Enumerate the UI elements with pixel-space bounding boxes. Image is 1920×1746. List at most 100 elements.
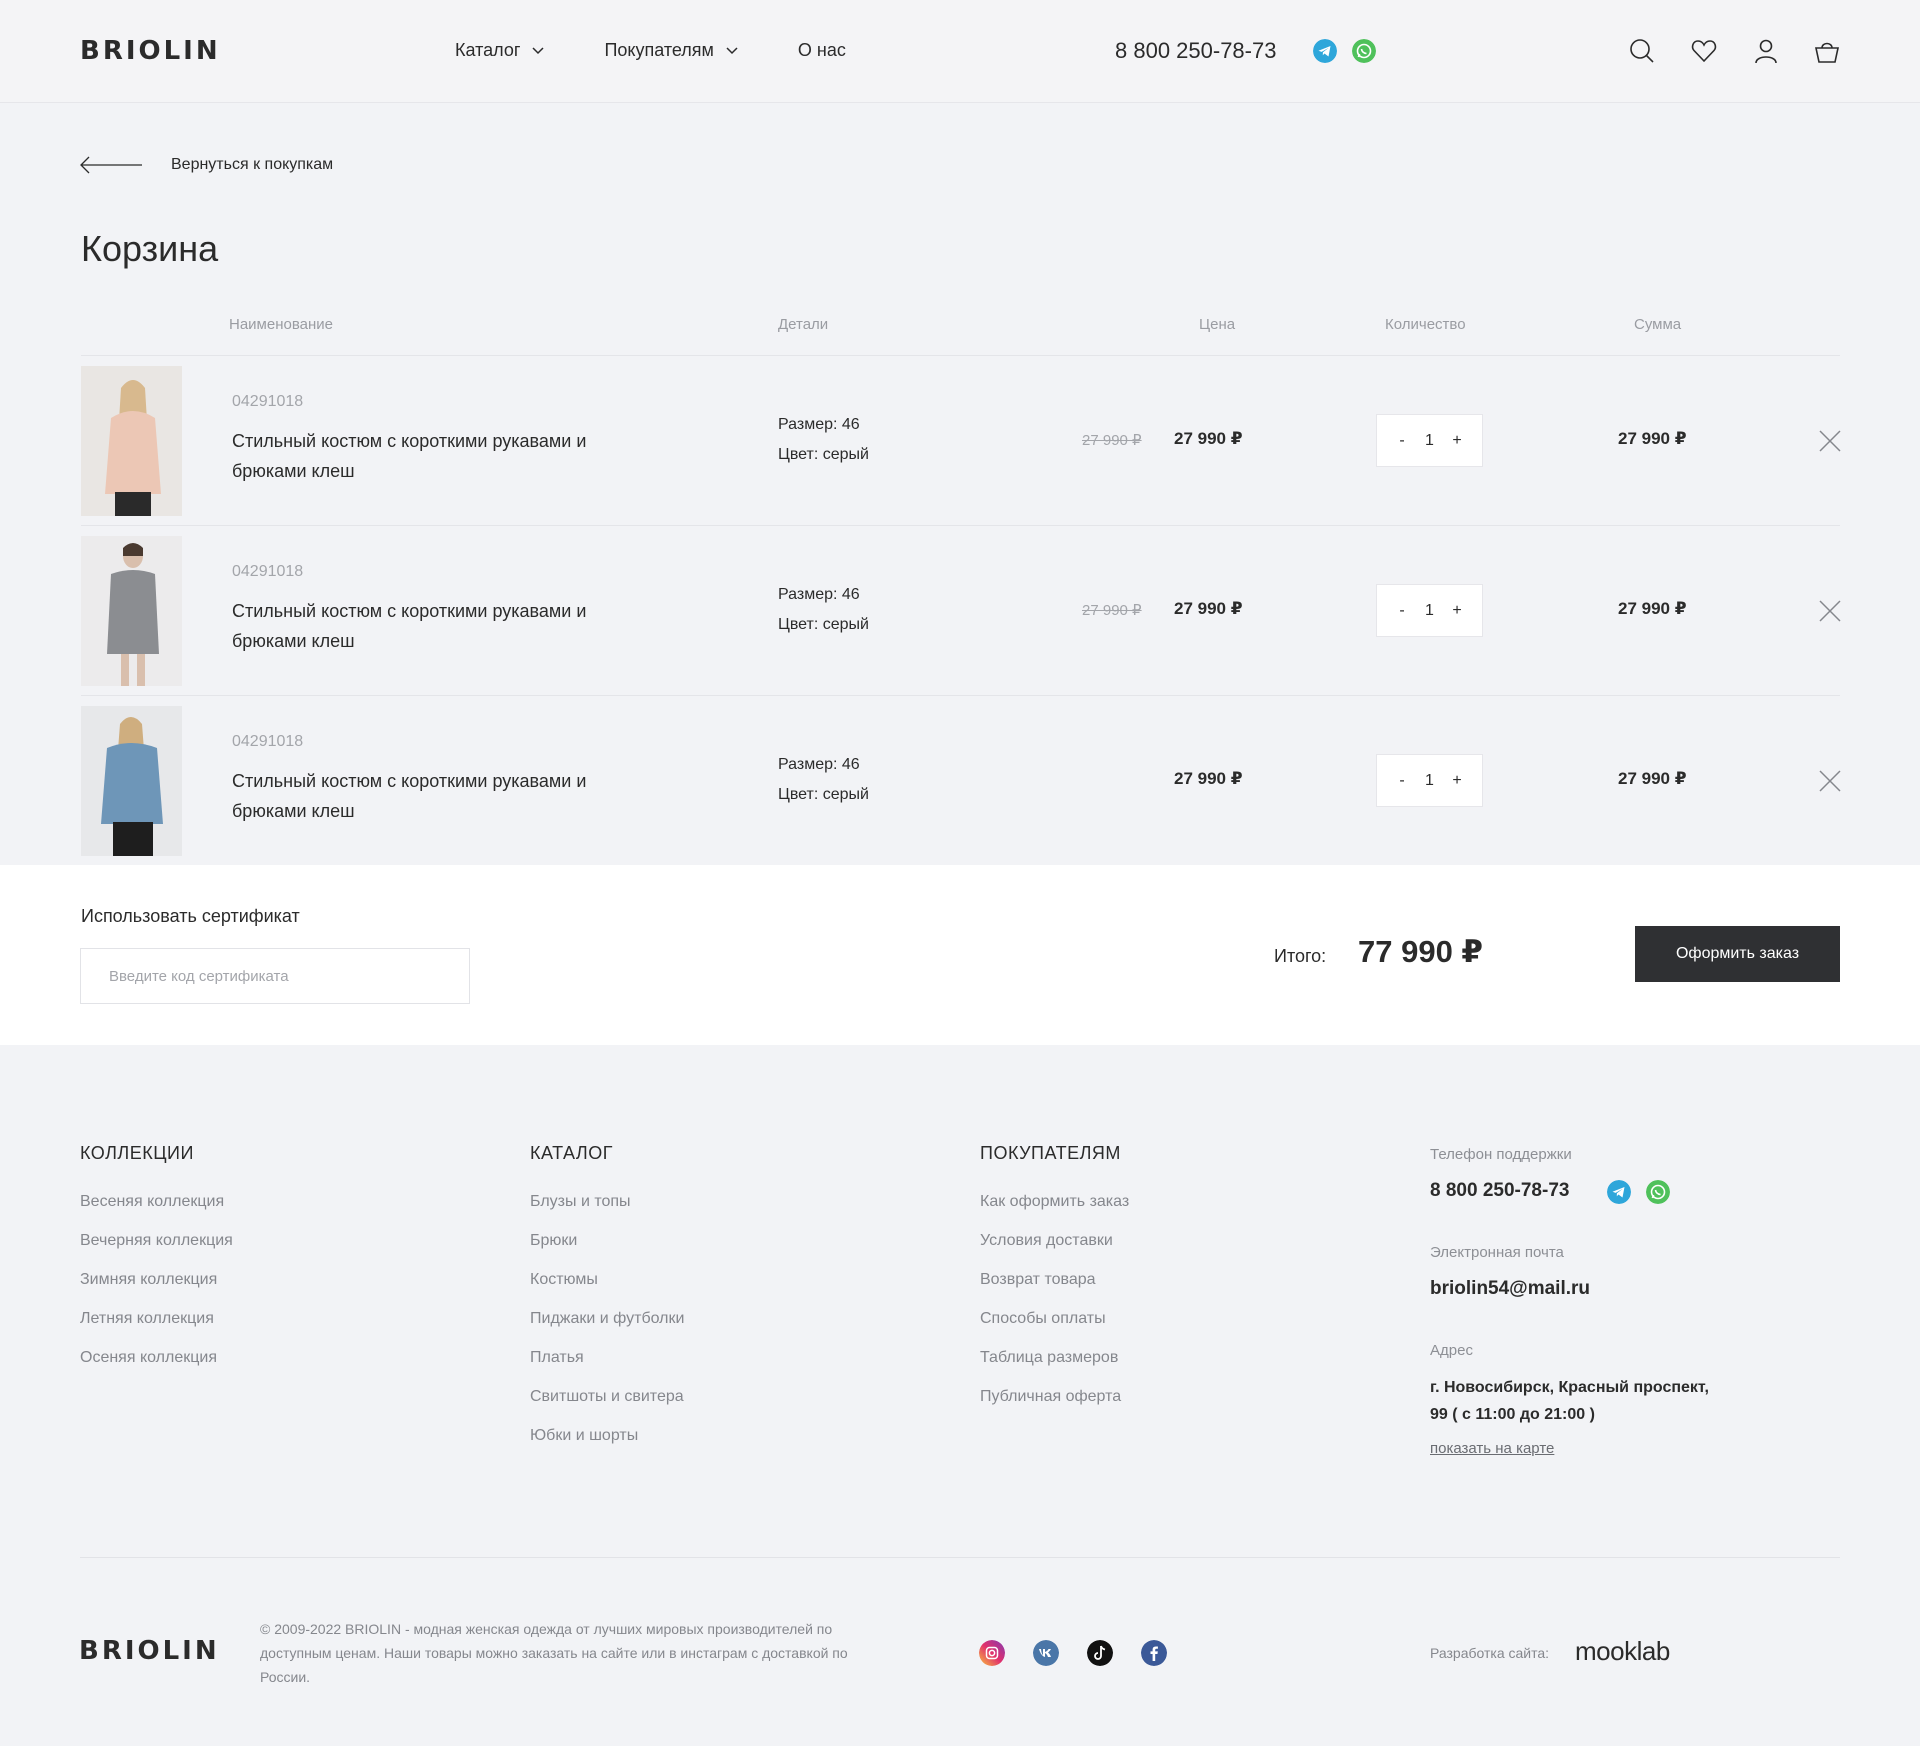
tiktok-icon[interactable] bbox=[1087, 1640, 1113, 1666]
footer-heading-customers: ПОКУПАТЕЛЯМ bbox=[980, 1143, 1121, 1163]
footer-link[interactable]: Осеняя коллекция bbox=[80, 1349, 233, 1388]
checkout-button[interactable]: Оформить заказ bbox=[1635, 926, 1840, 982]
support-email[interactable]: briolin54@mail.ru bbox=[1430, 1278, 1590, 1300]
column-header-price: Цена bbox=[1199, 316, 1236, 333]
whatsapp-icon[interactable] bbox=[1646, 1180, 1670, 1204]
qty-plus-button[interactable]: + bbox=[1450, 602, 1464, 620]
footer-list-customers: Как оформить заказ Условия доставки Возв… bbox=[980, 1193, 1129, 1427]
telegram-icon[interactable] bbox=[1607, 1180, 1631, 1204]
footer-link[interactable]: Таблица размеров bbox=[980, 1349, 1129, 1388]
nav-catalog[interactable]: Каталог bbox=[455, 40, 544, 61]
heart-icon[interactable] bbox=[1690, 37, 1718, 65]
product-image[interactable] bbox=[81, 536, 182, 686]
qty-minus-button[interactable]: - bbox=[1395, 602, 1409, 620]
close-icon[interactable] bbox=[1818, 599, 1842, 623]
qty-value[interactable]: 1 bbox=[1425, 602, 1434, 620]
product-color: Цвет: серый bbox=[778, 446, 869, 463]
arrow-left-icon bbox=[80, 156, 142, 174]
search-icon[interactable] bbox=[1628, 37, 1656, 65]
product-name[interactable]: Стильный костюм с короткими рукавами и б… bbox=[232, 766, 632, 826]
footer-link[interactable]: Как оформить заказ bbox=[980, 1193, 1129, 1232]
developer-label: Разработка сайта: bbox=[1430, 1645, 1550, 1661]
qty-minus-button[interactable]: - bbox=[1395, 432, 1409, 450]
logo[interactable]: BRIOLIN bbox=[80, 36, 221, 66]
total-value: 77 990 ₽ bbox=[1358, 934, 1483, 969]
column-header-details: Детали bbox=[778, 316, 829, 333]
user-icon[interactable] bbox=[1752, 37, 1780, 65]
instagram-icon[interactable] bbox=[979, 1640, 1005, 1666]
footer-link[interactable]: Зимняя коллекция bbox=[80, 1271, 233, 1310]
divider bbox=[80, 1557, 1840, 1558]
copyright: © 2009-2022 BRIOLIN - модная женская оде… bbox=[260, 1621, 848, 1685]
product-size: Размер: 46 bbox=[778, 586, 860, 603]
product-image[interactable] bbox=[81, 366, 182, 516]
close-icon[interactable] bbox=[1818, 769, 1842, 793]
nav-customers-label: Покупателям bbox=[604, 40, 714, 60]
qty-value[interactable]: 1 bbox=[1425, 432, 1434, 450]
footer-link[interactable]: Юбки и шорты bbox=[530, 1427, 684, 1466]
facebook-icon[interactable] bbox=[1141, 1640, 1167, 1666]
old-price: 27 990 ₽ bbox=[1082, 602, 1142, 619]
back-to-shopping-link[interactable]: Вернуться к покупкам bbox=[79, 155, 333, 175]
cart-row: 04291018 Стильный костюм с короткими рук… bbox=[81, 696, 1842, 866]
product-name[interactable]: Стильный костюм с короткими рукавами и б… bbox=[232, 426, 632, 486]
product-sku: 04291018 bbox=[232, 563, 304, 580]
footer-heading-collections: КОЛЛЕКЦИИ bbox=[80, 1143, 194, 1163]
product-size: Размер: 46 bbox=[778, 756, 860, 773]
footer-link[interactable]: Весеняя коллекция bbox=[80, 1193, 233, 1232]
qty-value[interactable]: 1 bbox=[1425, 772, 1434, 790]
address-label: Адрес bbox=[1430, 1342, 1473, 1359]
price: 27 990 ₽ bbox=[1174, 599, 1243, 618]
chevron-down-icon bbox=[726, 46, 738, 54]
footer-link[interactable]: Блузы и топы bbox=[530, 1193, 684, 1232]
row-sum: 27 990 ₽ bbox=[1618, 429, 1687, 448]
footer-link[interactable]: Пиджаки и футболки bbox=[530, 1310, 684, 1349]
footer-logo[interactable]: BRIOLIN bbox=[79, 1636, 220, 1666]
footer-link[interactable]: Возврат товара bbox=[980, 1271, 1129, 1310]
nav-about[interactable]: О нас bbox=[798, 40, 846, 61]
certificate-label: Использовать сертификат bbox=[81, 906, 300, 926]
footer-link[interactable]: Публичная оферта bbox=[980, 1388, 1129, 1427]
qty-plus-button[interactable]: + bbox=[1450, 432, 1464, 450]
cart-row: 04291018 Стильный костюм с короткими рук… bbox=[81, 526, 1842, 696]
product-color: Цвет: серый bbox=[778, 786, 869, 803]
footer-link[interactable]: Летняя коллекция bbox=[80, 1310, 233, 1349]
developer-logo[interactable]: mooklab bbox=[1575, 1636, 1670, 1667]
footer-link[interactable]: Платья bbox=[530, 1349, 684, 1388]
footer-link[interactable]: Способы оплаты bbox=[980, 1310, 1129, 1349]
column-header-name: Наименование bbox=[229, 316, 333, 333]
row-sum: 27 990 ₽ bbox=[1618, 599, 1687, 618]
qty-plus-button[interactable]: + bbox=[1450, 772, 1464, 790]
chevron-down-icon bbox=[532, 46, 544, 54]
footer-list-collections: Весеняя коллекция Вечерняя коллекция Зим… bbox=[80, 1193, 233, 1388]
basket-icon[interactable] bbox=[1813, 37, 1841, 65]
show-on-map-link[interactable]: показать на карте bbox=[1430, 1440, 1554, 1457]
footer-link[interactable]: Вечерняя коллекция bbox=[80, 1232, 233, 1271]
main-nav: Каталог Покупателям О нас bbox=[455, 40, 906, 61]
whatsapp-icon[interactable] bbox=[1352, 39, 1376, 63]
product-sku: 04291018 bbox=[232, 393, 304, 410]
footer-link[interactable]: Брюки bbox=[530, 1232, 684, 1271]
header-phone[interactable]: 8 800 250-78-73 bbox=[1115, 38, 1276, 64]
nav-catalog-label: Каталог bbox=[455, 40, 521, 60]
email-label: Электронная почта bbox=[1430, 1244, 1564, 1261]
site-header: BRIOLIN Каталог Покупателям О нас 8 800 … bbox=[0, 0, 1920, 103]
telegram-icon[interactable] bbox=[1313, 39, 1337, 63]
qty-minus-button[interactable]: - bbox=[1395, 772, 1409, 790]
column-header-sum: Сумма bbox=[1634, 316, 1682, 333]
footer-list-catalog: Блузы и топы Брюки Костюмы Пиджаки и фут… bbox=[530, 1193, 684, 1466]
footer-link[interactable]: Костюмы bbox=[530, 1271, 684, 1310]
support-phone[interactable]: 8 800 250-78-73 bbox=[1430, 1180, 1569, 1202]
column-header-quantity: Количество bbox=[1385, 316, 1466, 333]
footer-link[interactable]: Свитшоты и свитера bbox=[530, 1388, 684, 1427]
quantity-stepper: - 1 + bbox=[1376, 414, 1483, 467]
product-image[interactable] bbox=[81, 706, 182, 856]
product-name[interactable]: Стильный костюм с короткими рукавами и б… bbox=[232, 596, 632, 656]
certificate-input[interactable] bbox=[80, 948, 470, 1004]
vk-icon[interactable] bbox=[1033, 1640, 1059, 1666]
close-icon[interactable] bbox=[1818, 429, 1842, 453]
product-color: Цвет: серый bbox=[778, 616, 869, 633]
nav-customers[interactable]: Покупателям bbox=[604, 40, 738, 61]
old-price: 27 990 ₽ bbox=[1082, 432, 1142, 449]
footer-link[interactable]: Условия доставки bbox=[980, 1232, 1129, 1271]
